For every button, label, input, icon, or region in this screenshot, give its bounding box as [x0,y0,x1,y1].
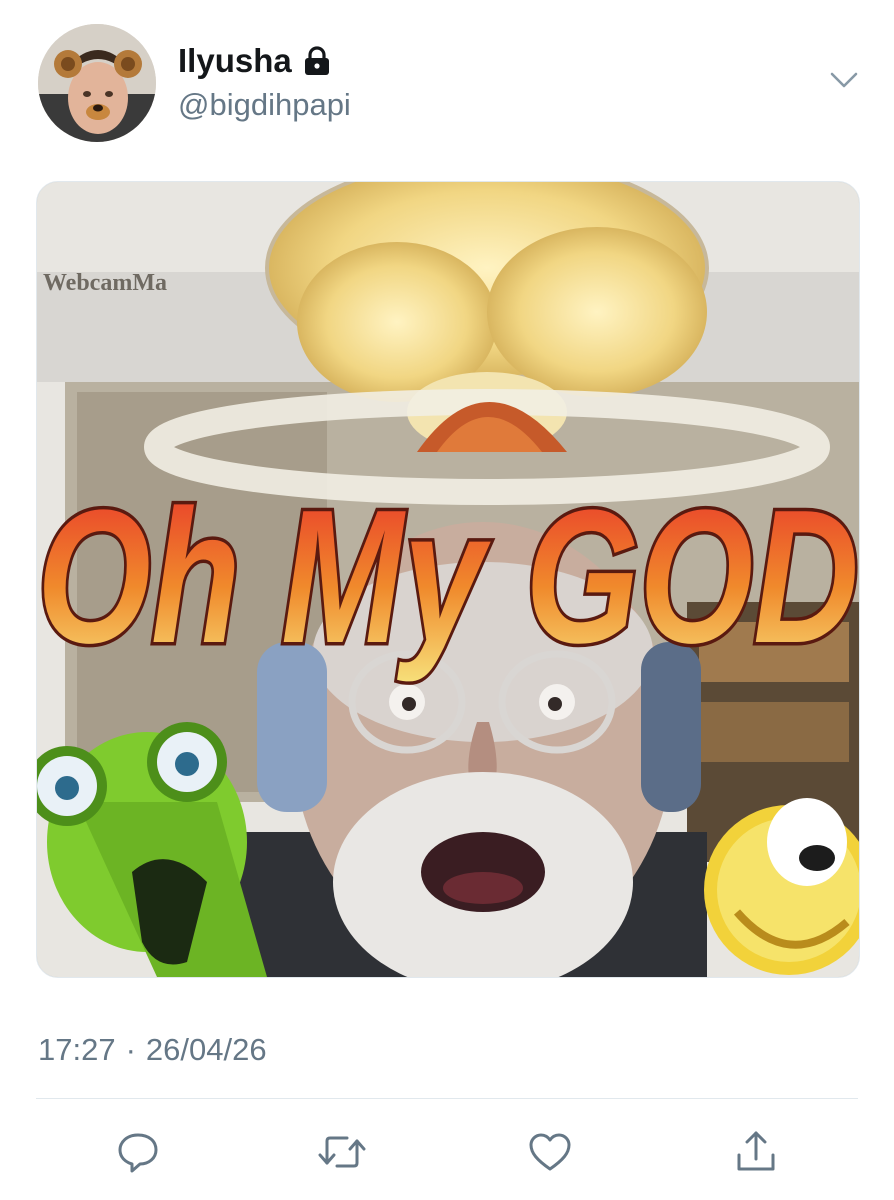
tweet-timestamp[interactable]: 17:27 · 26/04/26 [38,1032,267,1068]
tweet-media-image[interactable]: WebcamMa Oh My GOD [36,181,860,978]
reply-icon [118,1133,158,1173]
watermark-text: WebcamMa [43,270,167,296]
share-icon [737,1131,775,1171]
share-button[interactable] [730,1126,782,1178]
tweet-date: 26/04/26 [145,1032,267,1067]
tweet-actions [0,1120,894,1184]
timestamp-separator: · [125,1032,136,1067]
chevron-down-icon[interactable] [828,68,860,92]
heart-icon [529,1133,571,1171]
display-name[interactable]: Ilyusha [178,44,292,77]
avatar[interactable] [38,24,156,142]
reply-button[interactable] [112,1126,164,1178]
lock-icon [302,45,332,77]
tweet-time: 17:27 [38,1032,116,1067]
author-name-row: Ilyusha [178,44,332,77]
divider [36,1098,858,1099]
retweet-button[interactable] [316,1126,368,1178]
retweet-icon [318,1136,366,1168]
tweet-header: Ilyusha @bigdihpapi [0,0,894,170]
like-button[interactable] [524,1126,576,1178]
meme-image: WebcamMa Oh My GOD [37,182,859,977]
author-handle[interactable]: @bigdihpapi [178,87,351,122]
overlay-text: Oh My GOD [37,471,859,683]
profile-avatar-icon [38,24,156,142]
